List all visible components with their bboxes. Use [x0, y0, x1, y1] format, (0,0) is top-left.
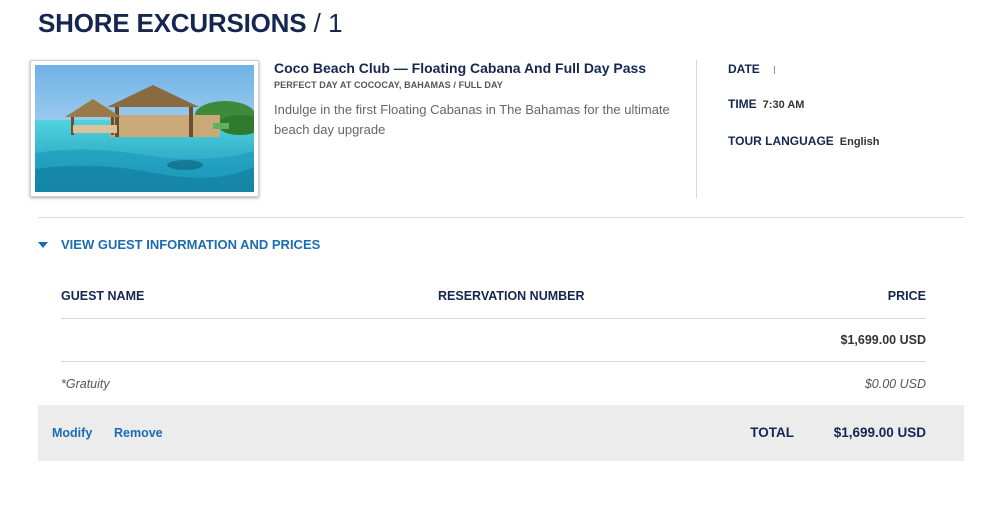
summary-footer: Modify Remove TOTAL $1,699.00 USD: [38, 405, 964, 461]
beach-cabana-photo: [35, 65, 254, 192]
language-value: English: [839, 136, 880, 148]
page-title-separator: /: [306, 8, 329, 38]
excursion-title: Coco Beach Club — Floating Cabana And Fu…: [274, 60, 647, 76]
time-label: TIME: [728, 97, 757, 111]
language-label: TOUR LANGUAGE: [728, 134, 834, 148]
date-label: DATE: [728, 62, 760, 76]
excursion-image: [30, 60, 259, 197]
caret-down-icon: [38, 241, 48, 248]
excursion-count: 1: [328, 8, 343, 38]
time-value: 7:30 AM: [762, 99, 805, 111]
total-value: $1,699.00 USD: [833, 425, 926, 440]
excursion-location: PERFECT DAY AT COCOCAY, BAHAMAS / FULL D…: [274, 80, 503, 90]
gratuity-price: $0.00 USD: [864, 377, 926, 391]
page-title-text: SHORE EXCURSIONS: [38, 8, 307, 38]
column-reservation-number: RESERVATION NUMBER: [438, 289, 585, 303]
table-divider: [61, 361, 926, 362]
guest-price-cell: $1,699.00 USD: [840, 333, 926, 347]
table-divider: [61, 318, 926, 319]
remove-link[interactable]: Remove: [114, 426, 163, 440]
date-placeholder-mark: [773, 66, 775, 74]
details-divider: [696, 60, 697, 198]
language-row: TOUR LANGUAGE English: [728, 134, 880, 148]
column-guest-name: GUEST NAME: [61, 289, 145, 303]
section-divider: [38, 217, 965, 218]
modify-link[interactable]: Modify: [52, 426, 92, 440]
column-price: PRICE: [887, 289, 926, 303]
date-row: DATE: [728, 62, 775, 76]
guest-info-toggle[interactable]: VIEW GUEST INFORMATION AND PRICES: [38, 237, 320, 252]
gratuity-label: *Gratuity: [61, 377, 110, 391]
page-title: SHORE EXCURSIONS / 1: [38, 8, 343, 38]
total-label: TOTAL: [750, 425, 794, 440]
time-row: TIME 7:30 AM: [728, 97, 804, 111]
guest-info-toggle-label: VIEW GUEST INFORMATION AND PRICES: [61, 237, 321, 252]
excursion-description: Indulge in the first Floating Cabanas in…: [274, 102, 670, 137]
